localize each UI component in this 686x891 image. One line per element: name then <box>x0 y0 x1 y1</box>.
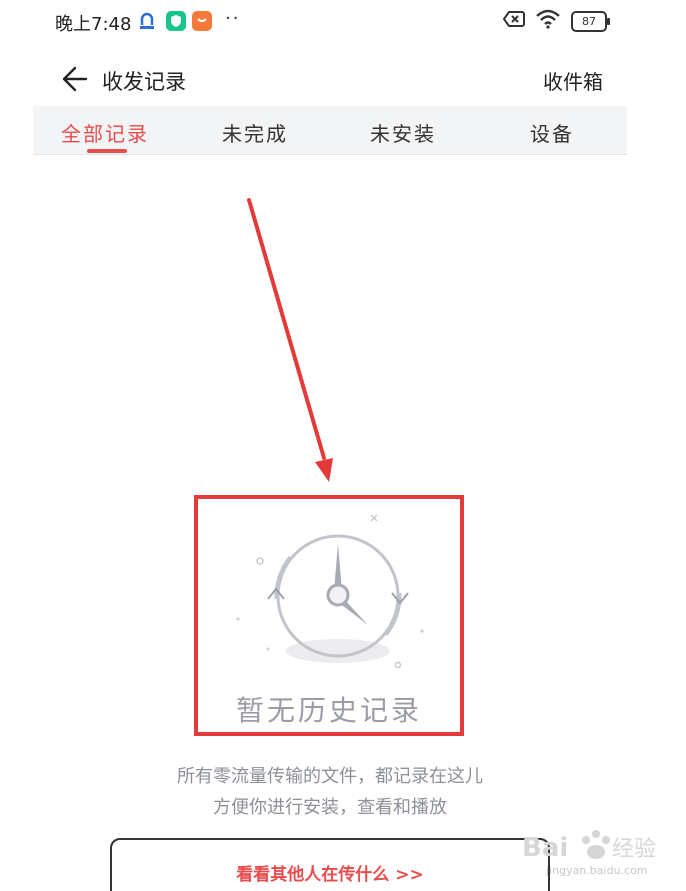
empty-state-highlight: 暂无历史记录 <box>194 495 464 736</box>
app-screen: 晚上7:48 ·· 87 收发记录 收件箱 全部记录 未完成 未安装 设备 暂无… <box>33 0 627 891</box>
annotation-arrow <box>247 198 333 482</box>
empty-state-description-line2: 方便你进行安装，查看和播放 <box>213 797 447 818</box>
clock-icon <box>236 514 424 669</box>
see-others-label: 看看其他人在传什么 >> <box>236 865 424 885</box>
empty-state-title: 暂无历史记录 <box>235 694 422 727</box>
empty-state-description-line1: 所有零流量传输的文件，都记录在这儿 <box>177 766 483 787</box>
see-others-button[interactable]: 看看其他人在传什么 >> <box>110 838 550 891</box>
svg-text:经验: 经验 <box>612 837 656 862</box>
svg-text:Bai: Bai <box>522 833 568 863</box>
watermark-url: jingyan.baidu.com <box>546 864 648 877</box>
